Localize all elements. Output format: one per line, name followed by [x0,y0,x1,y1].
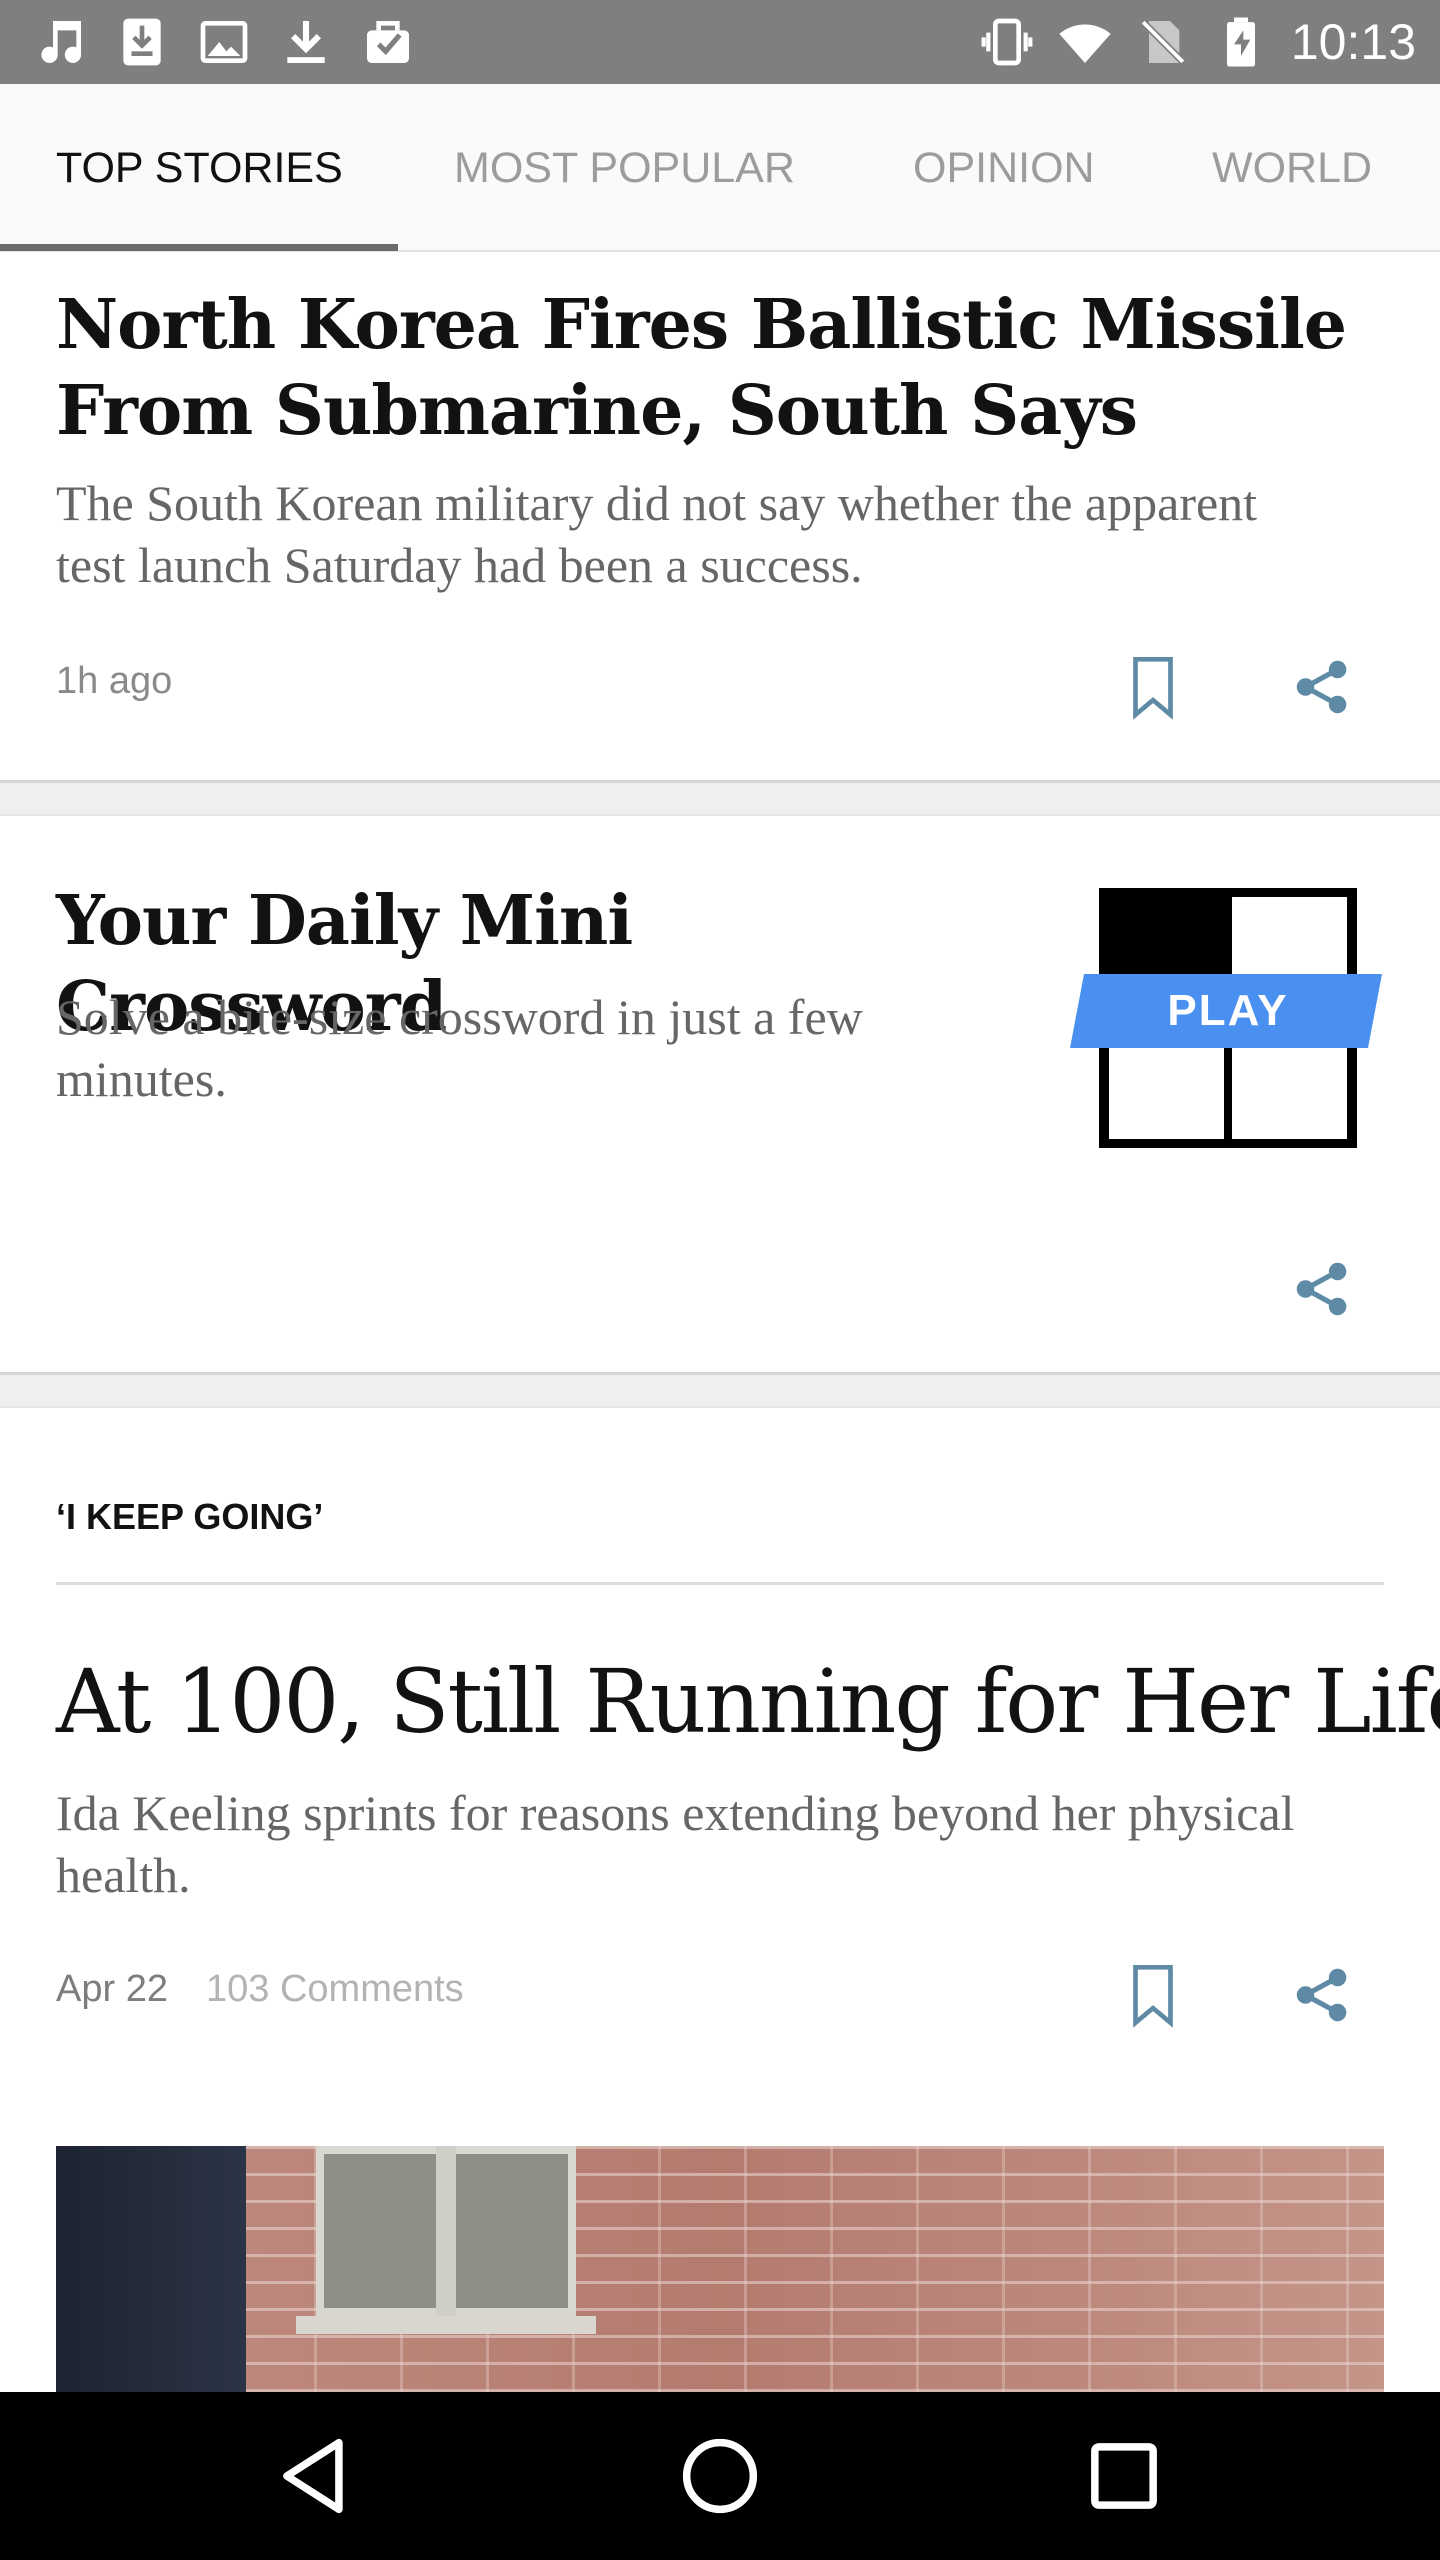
brick-wall [56,2146,1384,2392]
active-tab-indicator [0,244,398,251]
vibrate-icon [981,18,1033,66]
play-label[interactable]: PLAY [1070,974,1386,1048]
wifi-icon [1059,24,1111,63]
download-icon [287,21,325,63]
clock-time: 10:13 [1290,14,1416,70]
image-icon [200,21,248,63]
story-card[interactable]: North Korea Fires Ballistic Missile From… [0,252,1440,780]
crossword-play-graphic[interactable]: PLAY [1070,887,1386,1149]
music-icon [41,21,82,63]
crossword-card[interactable]: Your Daily Mini Crossword Solve a bite-s… [0,816,1440,1372]
no-sim-icon [1139,18,1187,66]
comments-link[interactable]: 103 Comments [206,1968,464,2011]
share-icon[interactable] [1288,1254,1358,1324]
recents-icon[interactable] [1074,2426,1174,2526]
feature-summary: Ida Keeling sprints for reasons extendin… [56,1785,1295,1903]
tab-world[interactable]: WORLD [1212,84,1372,252]
story-feed[interactable]: North Korea Fires Ballistic Missile From… [0,252,1440,2392]
story-photo[interactable] [56,2146,1384,2392]
share-icon[interactable] [1288,1960,1358,2030]
runner-figure [56,2146,246,2392]
kicker-divider [56,1582,1384,1585]
feature-date: Apr 22 [56,1968,168,2010]
back-icon[interactable] [266,2426,366,2526]
section-tabs: TOP STORIES MOST POPULAR OPINION WORLD [0,84,1440,252]
card-separator [0,1372,1440,1408]
tab-opinion[interactable]: OPINION [913,84,1095,252]
window-frame [436,2146,456,2316]
battery-icon [1226,17,1255,67]
story-timestamp: 1h ago [56,660,173,702]
card-separator [0,780,1440,816]
download-box-icon [123,18,161,66]
feature-headline[interactable]: At 100, Still Running for Her Life [56,1648,1440,1756]
share-icon[interactable] [1288,652,1358,722]
bookmark-icon[interactable] [1118,652,1188,722]
tab-top-stories[interactable]: TOP STORIES [56,84,343,252]
crossword-summary: Solve a bite-size crossword in just a fe… [56,989,863,1107]
home-icon[interactable] [670,2426,770,2526]
window-sill [296,2316,596,2334]
tab-most-popular[interactable]: MOST POPULAR [454,84,795,252]
clipboard-check-icon [367,21,409,63]
story-summary: The South Korean military did not say wh… [56,475,1258,593]
system-nav-bar [0,2392,1440,2560]
bookmark-icon[interactable] [1118,1960,1188,2030]
status-bar: 10:13 [0,0,1440,84]
story-kicker: ‘I KEEP GOING’ [56,1496,324,1537]
story-headline[interactable]: North Korea Fires Ballistic Missile From… [56,282,1386,454]
